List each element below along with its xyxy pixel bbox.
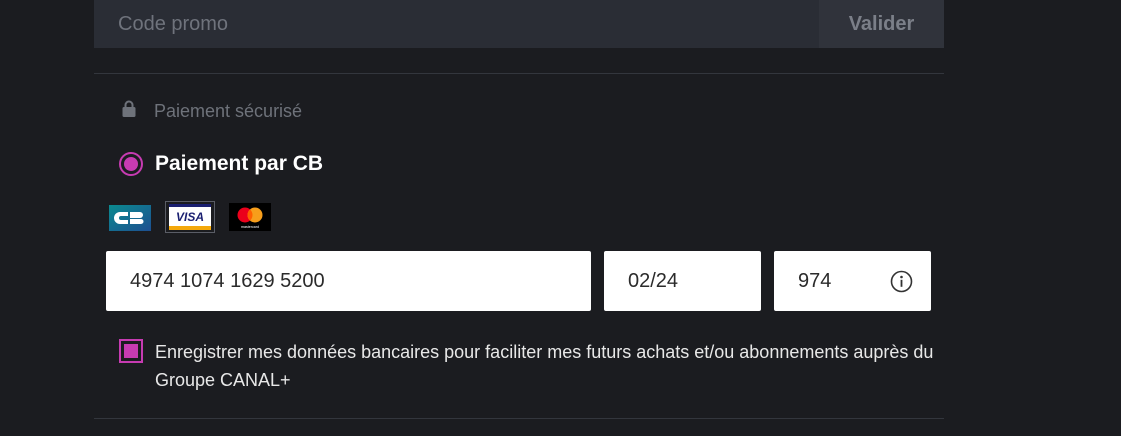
secure-payment-label: Paiement sécurisé xyxy=(154,100,303,121)
card-number-field[interactable] xyxy=(106,251,591,311)
lock-icon xyxy=(122,100,136,123)
mastercard-logo: mastercard xyxy=(229,203,271,231)
secure-payment-row: Paiement sécurisé xyxy=(122,99,302,123)
save-card-row[interactable]: Enregistrer mes données bancaires pour f… xyxy=(119,338,935,394)
card-logos: VISA mastercard xyxy=(109,201,271,233)
payment-cb-radio[interactable] xyxy=(119,152,143,176)
promo-code-bar: Valider xyxy=(94,0,944,48)
radio-selected-dot xyxy=(124,157,138,171)
visa-logo: VISA xyxy=(169,204,211,230)
cvv-field[interactable] xyxy=(774,251,931,311)
info-icon[interactable] xyxy=(890,270,913,293)
section-divider-top xyxy=(94,73,944,74)
save-card-checkbox[interactable] xyxy=(119,339,143,363)
cb-logo xyxy=(109,204,151,231)
payment-cb-label: Paiement par CB xyxy=(155,152,324,175)
expiry-input[interactable] xyxy=(604,251,761,311)
save-card-label: Enregistrer mes données bancaires pour f… xyxy=(155,342,934,390)
section-divider-bottom xyxy=(94,418,944,419)
mastercard-wordmark: mastercard xyxy=(241,225,259,229)
expiry-field[interactable] xyxy=(604,251,761,311)
promo-code-input[interactable] xyxy=(94,0,819,48)
visa-logo-selected: VISA xyxy=(165,201,215,233)
payment-method-cb[interactable]: Paiement par CB xyxy=(119,149,323,179)
card-number-input[interactable] xyxy=(106,251,591,311)
validate-promo-button[interactable]: Valider xyxy=(819,0,944,48)
payment-page: Valider Paiement sécurisé Paiement par C… xyxy=(0,0,1121,436)
checkbox-checked-fill xyxy=(124,344,138,358)
